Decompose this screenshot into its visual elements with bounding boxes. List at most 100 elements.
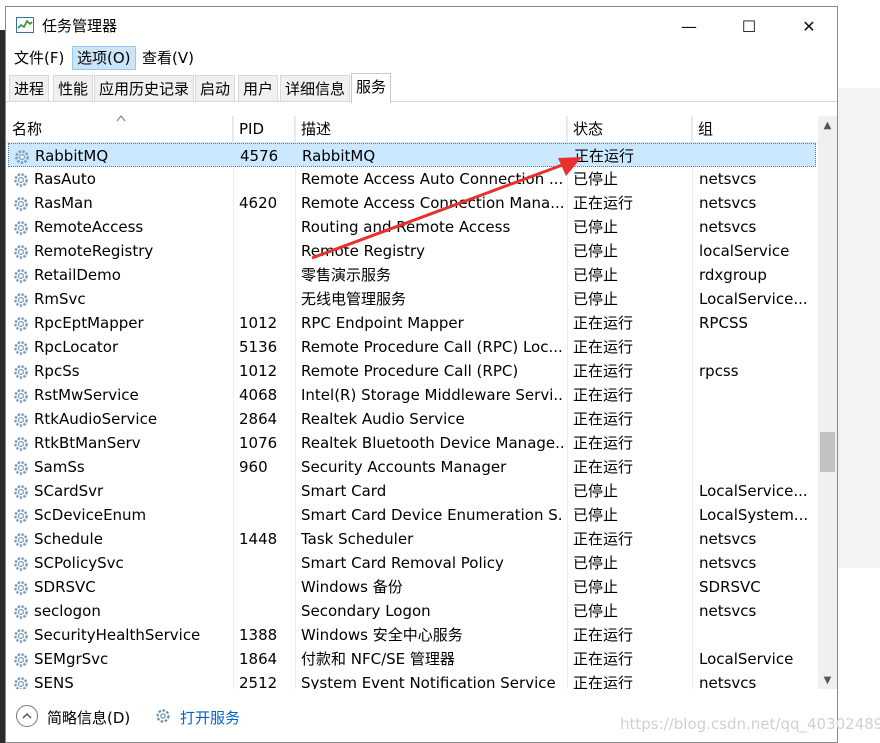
gear-icon xyxy=(14,605,28,619)
service-name: RpcSs xyxy=(34,362,80,380)
fewer-details-link[interactable]: 简略信息(D) xyxy=(47,707,130,728)
column-header-name[interactable]: 名称 xyxy=(6,115,233,142)
table-row[interactable]: RpcEptMapper 1012 RPC Endpoint Mapper 正在运行 R… xyxy=(8,311,816,335)
service-name: SEMgrSvc xyxy=(34,650,109,668)
service-name: RstMwService xyxy=(34,386,139,404)
menu-view[interactable]: 查看(V) xyxy=(138,47,198,69)
service-status: 已停止 xyxy=(573,578,619,596)
table-row[interactable]: RpcSs 1012 Remote Procedure Call (RPC) 正在运行… xyxy=(8,359,816,383)
table-row[interactable]: SamSs 960 Security Accounts Manager 正在运行 xyxy=(8,455,816,479)
background-panel xyxy=(838,88,880,568)
table-row[interactable]: Schedule 1448 Task Scheduler 正在运行 netsvcs xyxy=(8,527,816,551)
table-row[interactable]: RasMan 4620 Remote Access Connection Mana.… xyxy=(8,191,816,215)
service-status: 正在运行 xyxy=(573,650,634,668)
service-name: RetailDemo xyxy=(34,266,121,284)
table-row[interactable]: RtkAudioService 2864 Realtek Audio Service… xyxy=(8,407,816,431)
table-row[interactable]: RabbitMQ 4576 RabbitMQ 正在运行 xyxy=(8,143,816,167)
scrollbar-thumb[interactable] xyxy=(820,432,835,472)
service-description: Routing and Remote Access xyxy=(301,218,511,236)
service-pid: 4068 xyxy=(239,386,278,404)
tab-app-history[interactable]: 应用历史记录 xyxy=(94,75,195,101)
service-pid: 1864 xyxy=(239,650,278,668)
service-name: SamSs xyxy=(34,458,85,476)
service-group: localService xyxy=(699,242,790,260)
chevron-up-icon[interactable] xyxy=(16,705,38,727)
table-row[interactable]: RtkBtManServ 1076 Realtek Bluetooth Device… xyxy=(8,431,816,455)
tab-processes[interactable]: 进程 xyxy=(9,75,50,101)
tab-startup[interactable]: 启动 xyxy=(195,75,236,101)
table-row[interactable]: RemoteRegistry Remote Registry 已停止 localSer… xyxy=(8,239,816,263)
tab-details[interactable]: 详细信息 xyxy=(280,75,351,101)
column-header-status[interactable]: 状态 xyxy=(567,116,692,142)
service-name: RabbitMQ xyxy=(35,147,109,165)
service-name: SCardSvr xyxy=(34,482,104,500)
gear-icon xyxy=(14,317,28,331)
close-button[interactable]: ✕ xyxy=(786,13,832,39)
service-group: LocalService... xyxy=(699,482,808,500)
service-status: 正在运行 xyxy=(573,410,634,428)
maximize-button[interactable]: ☐ xyxy=(726,13,772,39)
gear-icon xyxy=(14,197,28,211)
menu-options[interactable]: 选项(O) xyxy=(72,46,136,70)
service-name: SCPolicySvc xyxy=(34,554,124,572)
table-row[interactable]: SCPolicySvc Smart Card Removal Policy 已停止 n… xyxy=(8,551,816,575)
service-name: SDRSVC xyxy=(34,578,96,596)
service-status: 正在运行 xyxy=(574,147,635,165)
service-description: Security Accounts Manager xyxy=(301,458,507,476)
service-group xyxy=(699,455,814,479)
service-pid xyxy=(239,479,295,503)
service-status: 正在运行 xyxy=(573,194,634,212)
vertical-scrollbar[interactable]: ▲ ▼ xyxy=(818,116,837,689)
service-name: Schedule xyxy=(34,530,103,548)
service-status: 已停止 xyxy=(573,482,619,500)
column-header-pid[interactable]: PID xyxy=(233,116,295,142)
service-status: 正在运行 xyxy=(573,434,634,452)
service-description: Remote Procedure Call (RPC) xyxy=(301,362,519,380)
service-status: 已停止 xyxy=(573,554,619,572)
service-status: 正在运行 xyxy=(573,314,634,332)
service-description: Task Scheduler xyxy=(301,530,414,548)
table-row[interactable]: RasAuto Remote Access Auto Connection ...… xyxy=(8,167,816,191)
tab-performance[interactable]: 性能 xyxy=(53,75,94,101)
service-name: RemoteAccess xyxy=(34,218,144,236)
gear-icon xyxy=(15,150,29,164)
table-row[interactable]: seclogon Secondary Logon 已停止 netsvcs xyxy=(8,599,816,623)
service-group: netsvcs xyxy=(699,218,757,236)
menu-file[interactable]: 文件(F) xyxy=(10,47,68,69)
service-group xyxy=(699,431,814,455)
service-description: 无线电管理服务 xyxy=(301,290,407,308)
service-pid: 5136 xyxy=(239,338,278,356)
title-bar[interactable]: 任务管理器 — ☐ ✕ xyxy=(6,7,837,45)
tab-services[interactable]: 服务 xyxy=(351,73,392,103)
tab-users[interactable]: 用户 xyxy=(238,75,279,101)
table-row[interactable]: RemoteAccess Routing and Remote Access 已停止… xyxy=(8,215,816,239)
column-header-group[interactable]: 组 xyxy=(692,116,818,142)
column-header-description[interactable]: 描述 xyxy=(295,116,567,142)
table-row[interactable]: SCardSvr Smart Card 已停止 LocalService... xyxy=(8,479,816,503)
gear-icon xyxy=(14,245,28,259)
table-row[interactable]: RetailDemo 零售演示服务 已停止 rdxgroup xyxy=(8,263,816,287)
gear-icon xyxy=(14,389,28,403)
table-row[interactable]: RmSvc 无线电管理服务 已停止 LocalService... xyxy=(8,287,816,311)
scroll-up-icon[interactable]: ▲ xyxy=(818,116,837,134)
scroll-down-icon[interactable]: ▼ xyxy=(818,671,837,689)
table-row[interactable]: RstMwService 4068 Intel(R) Storage Middlew… xyxy=(8,383,816,407)
table-row[interactable]: ScDeviceEnum Smart Card Device Enumeratio… xyxy=(8,503,816,527)
service-status: 已停止 xyxy=(573,170,619,188)
service-description: Windows 安全中心服务 xyxy=(301,626,463,644)
service-description: Smart Card Removal Policy xyxy=(301,554,504,572)
service-status: 正在运行 xyxy=(573,386,634,404)
service-description: Windows 备份 xyxy=(301,578,403,596)
minimize-button[interactable]: — xyxy=(666,13,712,39)
table-row[interactable]: SENS 2512 System Event Notification Servic… xyxy=(8,671,816,689)
tab-bar: 进程 性能 应用历史记录 启动 用户 详细信息 服务 xyxy=(6,73,837,103)
open-services-link[interactable]: 打开服务 xyxy=(180,707,240,728)
service-pid: 1012 xyxy=(239,314,278,332)
gear-icon xyxy=(14,293,28,307)
table-row[interactable]: RpcLocator 5136 Remote Procedure Call (RPC… xyxy=(8,335,816,359)
table-row[interactable]: SEMgrSvc 1864 付款和 NFC/SE 管理器 正在运行 LocalServi… xyxy=(8,647,816,671)
service-name: RpcEptMapper xyxy=(34,314,144,332)
table-row[interactable]: SecurityHealthService 1388 Windows 安全中心服务 正… xyxy=(8,623,816,647)
service-description: RPC Endpoint Mapper xyxy=(301,314,464,332)
table-row[interactable]: SDRSVC Windows 备份 已停止 SDRSVC xyxy=(8,575,816,599)
